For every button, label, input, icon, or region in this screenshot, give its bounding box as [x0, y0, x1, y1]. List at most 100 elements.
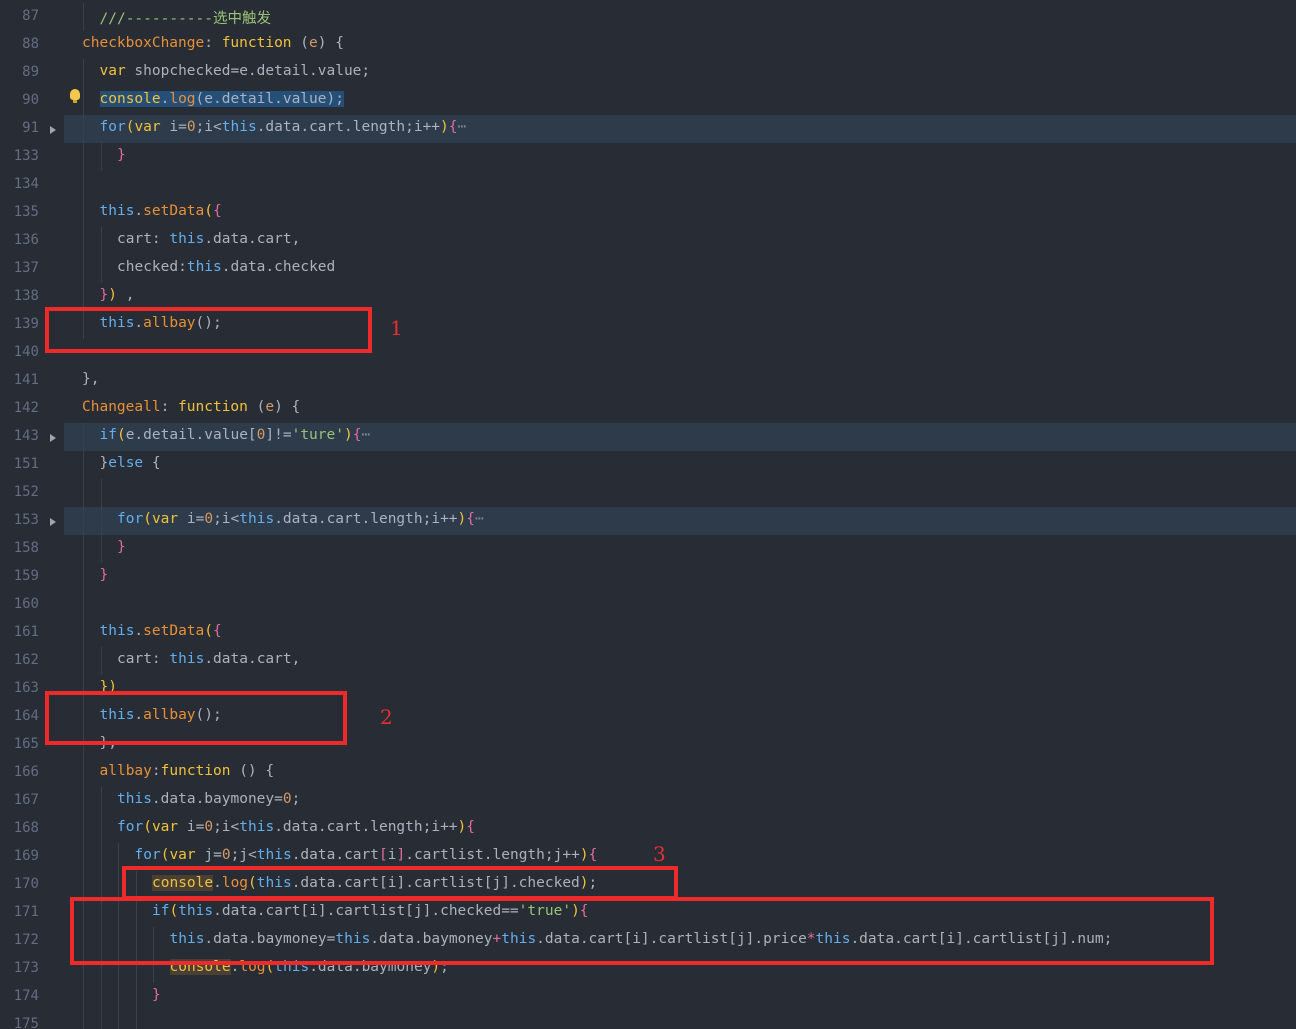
code-line[interactable]: 158} — [0, 535, 1296, 563]
line-number: 89 — [22, 64, 39, 80]
line-number-cell: 153 — [0, 507, 64, 535]
code-line[interactable]: 159} — [0, 563, 1296, 591]
line-number: 152 — [13, 484, 39, 500]
indent-guide — [83, 535, 84, 563]
code-token: for — [99, 119, 126, 135]
indent-guide — [135, 983, 137, 1011]
line-number-cell: 133 — [0, 143, 64, 171]
code-token: 0 — [282, 791, 292, 807]
line-number-cell: 159 — [0, 563, 64, 591]
code-line[interactable]: 162 cart: this.data.cart, — [0, 647, 1296, 675]
indent-guide — [83, 451, 84, 479]
line-number-cell: 143 — [0, 423, 64, 451]
line-number-cell: 152 — [0, 479, 64, 507]
code-token: e — [265, 399, 275, 415]
code-token: (e.detail.value); — [195, 91, 344, 107]
code-line[interactable]: 134 — [0, 171, 1296, 199]
code-token: } — [117, 147, 126, 163]
code-token: Changeall — [82, 399, 161, 415]
line-number: 90 — [22, 92, 39, 108]
code-token: } — [99, 287, 109, 303]
code-line[interactable]: 152 — [0, 479, 1296, 507]
code-text: for(var i=0;i<this.data.cart.length;i++)… — [117, 511, 484, 527]
line-number-cell: 89 — [0, 59, 64, 87]
code-token: .data.cart.length;i++ — [274, 819, 458, 835]
code-token: allbay — [99, 763, 152, 779]
code-token: this — [169, 231, 205, 247]
code-token: : — [160, 399, 179, 415]
line-number: 168 — [13, 820, 39, 836]
line-number-cell: 174 — [0, 983, 64, 1011]
code-line[interactable]: 137 checked:this.data.checked — [0, 255, 1296, 283]
indent-guide — [83, 759, 84, 787]
code-token: var — [169, 847, 196, 863]
fold-arrow-icon[interactable] — [50, 518, 56, 526]
code-line[interactable]: 160 — [0, 591, 1296, 619]
code-token: ) — [457, 819, 467, 835]
code-line[interactable]: 166 allbay:function () { — [0, 759, 1296, 787]
code-line[interactable]: 168 for(var i=0;i<this.data.cart.length;i… — [0, 815, 1296, 843]
indent-guide — [100, 507, 102, 535]
code-token: ( — [143, 511, 152, 527]
line-number-cell: 162 — [0, 647, 64, 675]
code-token: setData — [143, 623, 205, 639]
code-line[interactable]: 135 this.setData({ — [0, 199, 1296, 227]
line-number: 141 — [13, 372, 39, 388]
indent-guide — [83, 507, 84, 535]
code-line[interactable]: 136 cart: this.data.cart, — [0, 227, 1296, 255]
line-number: 175 — [13, 1016, 39, 1029]
code-token: cart: — [117, 651, 170, 667]
code-token: function — [178, 399, 248, 415]
code-line[interactable]: 88 checkboxChange: function (e) { — [0, 31, 1296, 59]
code-token: .data.cart, — [204, 651, 301, 667]
code-line[interactable]: 91 for(var i=0;i<this.data.cart.length;i+… — [0, 115, 1296, 143]
code-line[interactable]: 133} — [0, 143, 1296, 171]
code-line[interactable]: 161 this.setData({ — [0, 619, 1296, 647]
indent-guide — [100, 535, 102, 563]
code-line[interactable]: 141}, — [0, 367, 1296, 395]
code-token: ) — [457, 511, 467, 527]
code-line[interactable]: 90 console.log(e.detail.value); — [0, 87, 1296, 115]
code-token: : — [204, 35, 222, 51]
code-token: { — [588, 847, 598, 863]
code-line[interactable]: 143 if(e.detail.value[0]!='ture'){⋯ — [0, 423, 1296, 451]
code-line[interactable]: 87 ///----------选中触发 — [0, 3, 1296, 31]
line-number: 158 — [13, 540, 39, 556]
lightbulb-icon[interactable] — [70, 89, 80, 103]
code-token: { — [213, 203, 222, 219]
code-text: checkboxChange: function (e) { — [82, 35, 344, 51]
code-token: function — [160, 763, 231, 779]
code-token: ( — [204, 623, 213, 639]
code-token: .data.checked — [221, 259, 336, 275]
code-token: 0 — [221, 847, 231, 863]
code-line[interactable]: 89 var shopchecked=e.detail.value; — [0, 59, 1296, 87]
fold-arrow-icon[interactable] — [50, 126, 56, 134]
code-token: () { — [230, 763, 275, 779]
code-token: this — [239, 511, 275, 527]
code-text: }, — [82, 371, 99, 387]
code-token: } — [152, 987, 161, 1003]
line-number-cell: 167 — [0, 787, 64, 815]
line-number: 166 — [13, 764, 39, 780]
code-line[interactable]: 151}else { — [0, 451, 1296, 479]
code-token: this — [169, 651, 205, 667]
code-line[interactable]: 153 for(var i=0;i<this.data.cart.length;i… — [0, 507, 1296, 535]
code-token: .data.cart, — [204, 231, 301, 247]
code-line[interactable]: 142 Changeall: function (e) { — [0, 395, 1296, 423]
indent-guide — [83, 787, 84, 815]
code-token: var — [151, 819, 179, 835]
code-line[interactable]: 167 this.data.baymoney=0; — [0, 787, 1296, 815]
line-number: 172 — [13, 932, 39, 948]
code-token: 0 — [204, 511, 214, 527]
annotation-box-3a — [122, 866, 678, 900]
indent-guide — [83, 1011, 84, 1029]
code-token: ;i< — [213, 511, 240, 527]
fold-arrow-icon[interactable] — [50, 434, 56, 442]
code-token: ) — [108, 287, 117, 303]
code-line[interactable]: 174} — [0, 983, 1296, 1011]
annotation-label-2: 2 — [380, 705, 393, 729]
code-token: console — [99, 91, 161, 107]
code-text: cart: this.data.cart, — [117, 231, 300, 247]
code-line[interactable]: 175 — [0, 1011, 1296, 1029]
code-editor[interactable]: 87 ///----------选中触发 88 checkboxChange: fun… — [0, 0, 1296, 1029]
